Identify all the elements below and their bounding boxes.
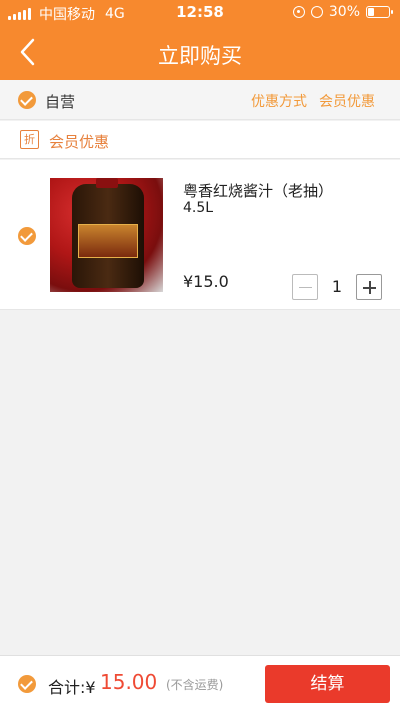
status-bar: 中国移动 4G 12:58 30% [0,0,400,26]
shipping-note: (不含运费) [166,678,224,692]
status-right: 30% [292,4,393,20]
discount-method-link[interactable]: 优惠方式 [251,91,307,111]
discount-badge-icon: 折 [20,130,39,149]
product-price: ¥15.0 [183,272,229,291]
header: 中国移动 4G 12:58 30% 立即购买 [0,0,400,80]
total-label: 合计:¥ [48,678,96,697]
member-discount-row[interactable]: 折 会员优惠 [0,121,400,159]
store-row: 自营 优惠方式 会员优惠 [0,80,400,120]
alarm-icon [310,6,323,18]
product-item: 粤香红烧酱汁（老抽） 4.5L ¥15.0 1 [0,160,400,310]
bottle-cap [96,178,118,188]
checkout-bar: 合计:¥ 15.00 (不含运费) 结算 [0,655,400,711]
member-discount-label: 会员优惠 [49,133,110,151]
total-amount: 15.00 [100,670,158,694]
select-all-checkbox[interactable] [18,675,36,693]
battery-fill [368,8,374,16]
store-checkbox[interactable] [18,91,36,109]
battery-icon [366,6,393,18]
battery-percent: 30% [328,4,360,20]
product-spec: 4.5L [183,200,214,216]
product-checkbox[interactable] [18,227,36,245]
quantity-value[interactable]: 1 [318,277,356,296]
product-name[interactable]: 粤香红烧酱汁（老抽） [183,180,333,201]
quantity-decrease-button[interactable] [292,274,318,300]
checkout-button[interactable]: 结算 [265,665,390,703]
page-title: 立即购买 [158,44,242,68]
quantity-increase-button[interactable] [356,274,382,300]
member-discount-link[interactable]: 会员优惠 [319,91,375,111]
orientation-lock-icon [292,6,305,18]
product-image[interactable] [50,178,163,292]
store-name: 自营 [45,93,76,111]
bottle-label [78,224,138,258]
